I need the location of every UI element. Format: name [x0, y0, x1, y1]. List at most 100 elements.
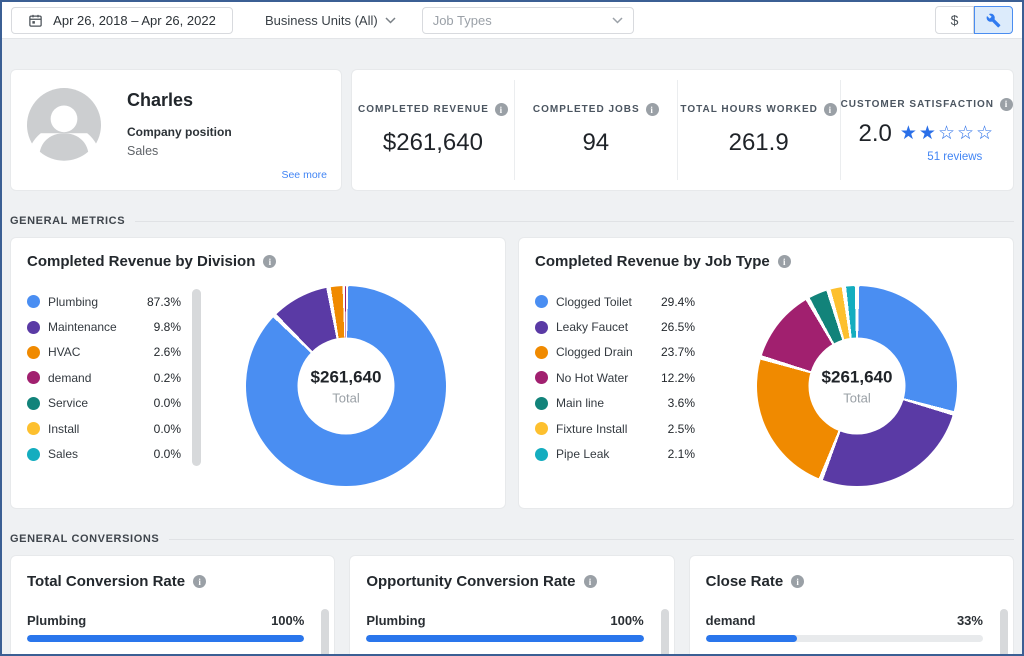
kpi-value: $261,640 — [383, 129, 483, 157]
technician-name: Charles — [127, 90, 232, 111]
card-title: Total Conversion Rate — [27, 573, 185, 590]
progress-bar — [366, 635, 643, 642]
kpi-customer-satisfaction: CUSTOMER SATISFACTION 2.0 ★★☆☆☆ 51 revie… — [840, 80, 1013, 180]
wrench-icon — [986, 13, 1001, 28]
section-label: GENERAL METRICS — [10, 215, 125, 227]
legend-item[interactable]: No Hot Water12.2% — [535, 365, 717, 390]
kpi-value: 94 — [582, 129, 609, 157]
technician-profile-card: Charles Company position Sales See more — [10, 69, 342, 191]
info-icon[interactable] — [495, 103, 508, 116]
legend-item[interactable]: Clogged Drain23.7% — [535, 340, 717, 365]
legend-item[interactable]: Fixture Install2.5% — [535, 416, 717, 441]
topbar: Apr 26, 2018 – Apr 26, 2022 Business Uni… — [2, 2, 1022, 39]
legend-dot — [27, 371, 40, 384]
date-range-picker[interactable]: Apr 26, 2018 – Apr 26, 2022 — [11, 7, 233, 34]
legend-item[interactable]: demand0.2% — [27, 365, 203, 390]
card-scrollbar[interactable] — [1000, 609, 1008, 654]
legend-item[interactable]: Sales0.0% — [27, 441, 203, 466]
kpi-completed-jobs: COMPLETED JOBS 94 — [514, 80, 677, 180]
kpi-label: TOTAL HOURS WORKED — [680, 104, 817, 115]
conversion-row-label: Plumbing — [366, 613, 425, 628]
legend-dot — [27, 448, 40, 461]
info-icon[interactable] — [778, 255, 791, 268]
legend-item[interactable]: HVAC2.6% — [27, 340, 203, 365]
info-icon[interactable] — [646, 103, 659, 116]
revenue-by-division-card: Completed Revenue by Division Plumbing87… — [10, 237, 506, 509]
progress-bar — [27, 635, 304, 642]
currency-toggle-button[interactable]: $ — [935, 6, 974, 34]
section-general-metrics: GENERAL METRICS — [10, 214, 1014, 228]
legend-dot — [27, 321, 40, 334]
avatar — [27, 88, 101, 162]
conversion-row-label: demand — [706, 613, 756, 628]
legend-dot — [27, 397, 40, 410]
legend-item[interactable]: Main line3.6% — [535, 391, 717, 416]
legend-item[interactable]: Clogged Toilet29.4% — [535, 289, 717, 314]
chart-title: Completed Revenue by Job Type — [535, 253, 770, 270]
legend-dot — [27, 295, 40, 308]
legend-item[interactable]: Maintenance9.8% — [27, 314, 203, 339]
donut-center: $261,640 Total — [298, 338, 395, 435]
legend-dot — [535, 321, 548, 334]
info-icon[interactable] — [1000, 98, 1013, 111]
legend-item[interactable]: Service0.0% — [27, 391, 203, 416]
kpi-completed-revenue: COMPLETED REVENUE $261,640 — [352, 80, 514, 180]
kpi-total-hours: TOTAL HOURS WORKED 261.9 — [677, 80, 840, 180]
chart-legend: Clogged Toilet29.4% Leaky Faucet26.5% Cl… — [535, 286, 717, 486]
total-conversion-rate-card: Total Conversion Rate Plumbing100% — [10, 555, 335, 654]
kpi-summary-card: COMPLETED REVENUE $261,640 COMPLETED JOB… — [351, 69, 1014, 191]
chart-legend: Plumbing87.3% Maintenance9.8% HVAC2.6% d… — [27, 286, 203, 486]
chevron-down-icon — [612, 17, 623, 24]
jobtype-donut-chart[interactable]: $261,640 Total — [757, 286, 957, 486]
divider — [169, 539, 1014, 540]
see-more-link[interactable]: See more — [281, 169, 327, 181]
info-icon[interactable] — [263, 255, 276, 268]
legend-item[interactable]: Install0.0% — [27, 416, 203, 441]
legend-scrollbar[interactable] — [192, 289, 201, 466]
close-rate-card: Close Rate demand 33% — [689, 555, 1014, 654]
division-donut-chart[interactable]: $261,640 Total — [246, 286, 446, 486]
progress-fill — [27, 635, 304, 642]
satisfaction-score: 2.0 — [859, 120, 892, 148]
card-title: Opportunity Conversion Rate — [366, 573, 575, 590]
position-value: Sales — [127, 144, 232, 158]
card-scrollbar[interactable] — [661, 609, 669, 654]
dashboard-root: Apr 26, 2018 – Apr 26, 2022 Business Uni… — [0, 0, 1024, 656]
info-icon[interactable] — [193, 575, 206, 588]
progress-fill — [366, 635, 643, 642]
job-types-select[interactable]: Job Types — [422, 7, 634, 34]
divider — [135, 221, 1014, 222]
position-label: Company position — [127, 125, 232, 139]
conversion-row-label: Plumbing — [27, 613, 86, 628]
legend-item[interactable]: Plumbing87.3% — [27, 289, 203, 314]
card-title: Close Rate — [706, 573, 784, 590]
date-range-label: Apr 26, 2018 – Apr 26, 2022 — [53, 13, 216, 28]
progress-fill — [706, 635, 798, 642]
donut-total-value: $261,640 — [822, 367, 893, 387]
legend-dot — [535, 397, 548, 410]
opportunity-conversion-rate-card: Opportunity Conversion Rate Plumbing 100% — [349, 555, 674, 654]
legend-item[interactable]: Leaky Faucet26.5% — [535, 314, 717, 339]
legend-item[interactable]: Pipe Leak2.1% — [535, 441, 717, 466]
kpi-label: CUSTOMER SATISFACTION — [841, 99, 994, 110]
kpi-label: COMPLETED REVENUE — [358, 104, 489, 115]
business-units-dropdown[interactable]: Business Units (All) — [265, 13, 396, 28]
card-scrollbar[interactable] — [321, 609, 329, 654]
kpi-value: 261.9 — [729, 129, 789, 157]
info-icon[interactable] — [584, 575, 597, 588]
info-icon[interactable] — [824, 103, 837, 116]
progress-bar — [706, 635, 983, 642]
calendar-icon — [28, 13, 43, 28]
legend-dot — [27, 422, 40, 435]
wrench-toggle-button[interactable] — [974, 6, 1013, 34]
info-icon[interactable] — [791, 575, 804, 588]
chevron-down-icon — [385, 17, 396, 24]
legend-dot — [535, 295, 548, 308]
legend-dot — [535, 346, 548, 359]
reviews-link[interactable]: 51 reviews — [927, 151, 982, 163]
job-types-placeholder: Job Types — [433, 13, 612, 28]
conversion-row-value: 33% — [957, 613, 983, 628]
conversion-row-value: 100% — [610, 613, 643, 628]
revenue-by-jobtype-card: Completed Revenue by Job Type Clogged To… — [518, 237, 1014, 509]
section-general-conversions: GENERAL CONVERSIONS — [10, 532, 1014, 546]
